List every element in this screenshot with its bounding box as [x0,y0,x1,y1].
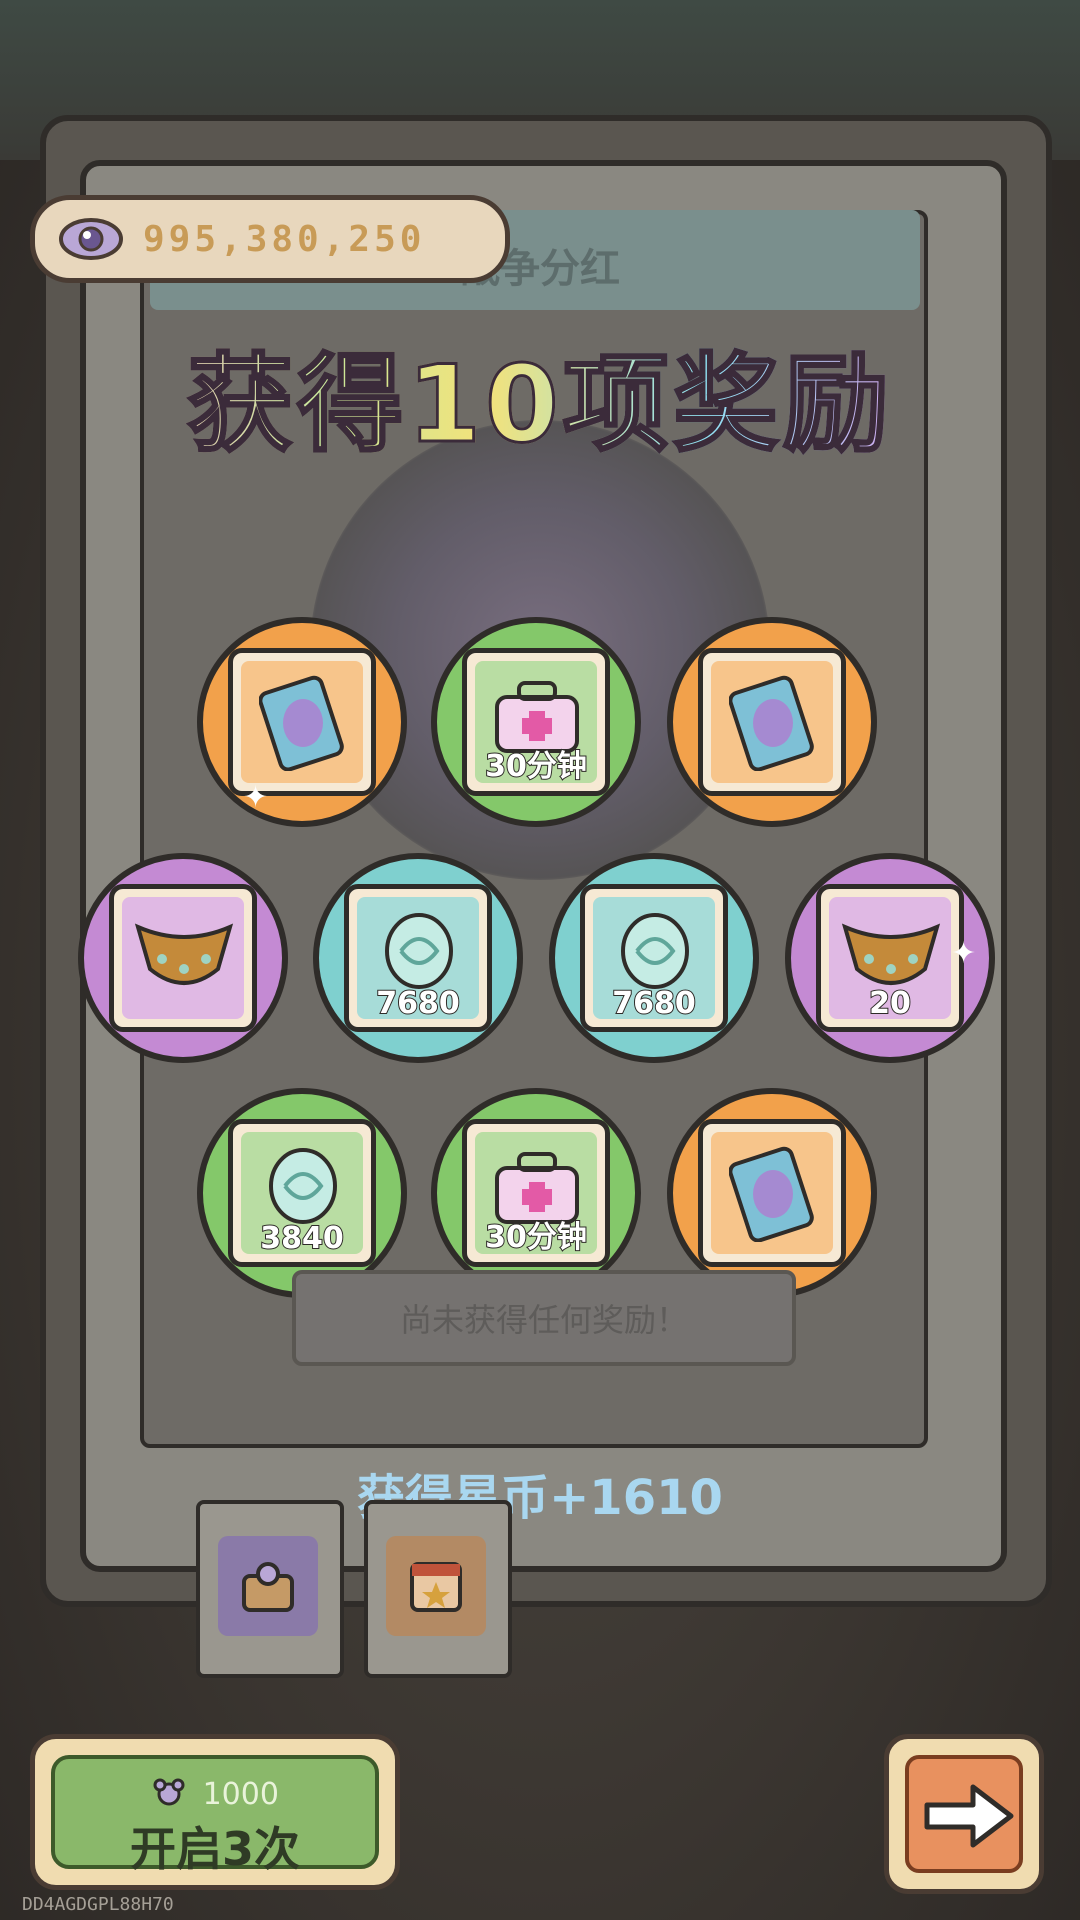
reward-quantity: 3840 [259,1220,345,1257]
reward-quantity: 7680 [611,985,697,1022]
reward-card: 7680 [344,884,492,1032]
currency-value: 995,380,250 [143,218,426,260]
reward-item[interactable]: ✦ [197,617,407,827]
reward-card: 20 [816,884,964,1032]
empty-reward-note: 尚未获得任何奖励！ [292,1270,796,1366]
reward-quantity: 30分钟 [484,748,588,785]
currency-display: 995,380,250 [30,195,510,283]
reward-item[interactable]: 20 ✦ [785,853,995,1063]
reward-card: 3840 [228,1119,376,1267]
reward-card [228,648,376,796]
stone-icon [615,909,695,997]
open-label: 开启3次 [129,1822,300,1876]
open-three-times-button[interactable]: 1000 开启3次 [30,1734,400,1890]
stone-icon [379,909,459,997]
calendar-icon [406,1554,466,1620]
sparkle-icon: ✦ [951,936,977,971]
reward-quantity: 7680 [375,985,461,1022]
gift-icon [238,1558,298,1618]
reward-item[interactable] [667,1088,877,1298]
reward-item[interactable]: 3840 [197,1088,407,1298]
tablet-icon [728,675,817,775]
tab-gift[interactable] [196,1500,344,1678]
necklace-icon [132,919,236,1003]
tablet-icon [728,1146,817,1246]
arrow-right-icon [921,1781,1017,1855]
next-button[interactable] [884,1734,1044,1894]
build-code: DD4AGDGPL88H70 [22,1894,174,1915]
reward-card [698,648,846,796]
reward-quantity: 30分钟 [484,1219,588,1256]
stone-icon [263,1144,343,1232]
reward-card [698,1119,846,1267]
reward-item[interactable] [667,617,877,827]
eye-icon [59,217,123,261]
bear-token-icon [151,1778,187,1814]
reward-item[interactable]: 7680 [313,853,523,1063]
tablet-icon [258,675,347,775]
reward-card: 30分钟 [462,1119,610,1267]
tab-calendar[interactable] [364,1500,512,1678]
reward-item[interactable]: 30分钟 [431,1088,641,1298]
reward-quantity: 20 [868,985,912,1022]
open-cost: 1000 [55,1777,375,1814]
star-coin-gain: 获得星币+1610 [357,1470,723,1526]
open-cost-value: 1000 [202,1777,279,1812]
reward-item[interactable]: 30分钟 [431,617,641,827]
reward-headline: 获得10项奖励 [0,318,1080,472]
sparkle-icon: ✦ [243,780,269,815]
reward-card: 30分钟 [462,648,610,796]
reward-item[interactable] [78,853,288,1063]
reward-card [109,884,257,1032]
reward-item[interactable]: 7680 [549,853,759,1063]
reward-card: 7680 [580,884,728,1032]
